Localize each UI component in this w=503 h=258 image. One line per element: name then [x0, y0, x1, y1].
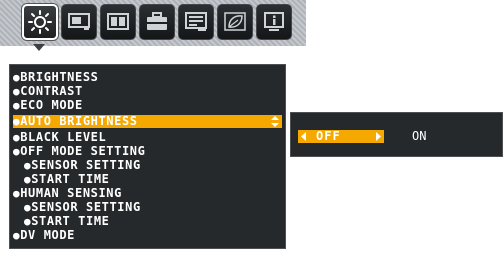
menu-item-auto-brightness[interactable]: ●AUTO BRIGHTNESS [13, 115, 282, 128]
right-arrow-icon[interactable] [376, 132, 381, 141]
menu-item-eco-mode[interactable]: ●ECO MODE [13, 99, 282, 113]
osd-main-menu: ●BRIGHTNESS ●CONTRAST ●ECO MODE ●AUTO BR… [9, 64, 286, 249]
menu-item-black-level[interactable]: ●BLACK LEVEL [13, 131, 282, 145]
option-off-selected[interactable]: OFF [298, 130, 384, 143]
color-settings-icon[interactable] [100, 4, 136, 40]
menu-item-brightness[interactable]: ●BRIGHTNESS [13, 71, 282, 85]
menu-item-dv-mode[interactable]: ●DV MODE [13, 229, 282, 243]
menu-item-off-mode-start-time[interactable]: ●START TIME [24, 173, 282, 187]
option-on-label[interactable]: ON [412, 130, 426, 143]
menu-item-contrast[interactable]: ●CONTRAST [13, 85, 282, 99]
menu-item-human-sensing-sensor-setting[interactable]: ●SENSOR SETTING [24, 201, 282, 215]
eco-icon[interactable] [217, 4, 253, 40]
menu-icon-bar [0, 0, 306, 46]
left-arrow-icon[interactable] [301, 132, 306, 141]
menu-item-human-sensing-start-time[interactable]: ●START TIME [24, 215, 282, 229]
auto-brightness-submenu: OFF ON [290, 112, 503, 157]
active-tab-pointer [33, 44, 45, 51]
menu-item-off-mode-setting[interactable]: ●OFF MODE SETTING [13, 145, 282, 159]
option-off-label: OFF [316, 129, 341, 143]
up-down-arrow-icon [271, 116, 279, 127]
tools-icon[interactable] [139, 4, 175, 40]
information-icon[interactable] [256, 4, 292, 40]
menu-tools-icon[interactable] [178, 4, 214, 40]
brightness-settings-icon[interactable] [22, 4, 58, 40]
menu-item-off-mode-sensor-setting[interactable]: ●SENSOR SETTING [24, 159, 282, 173]
screen-size-icon[interactable] [61, 4, 97, 40]
menu-item-human-sensing[interactable]: ●HUMAN SENSING [13, 187, 282, 201]
